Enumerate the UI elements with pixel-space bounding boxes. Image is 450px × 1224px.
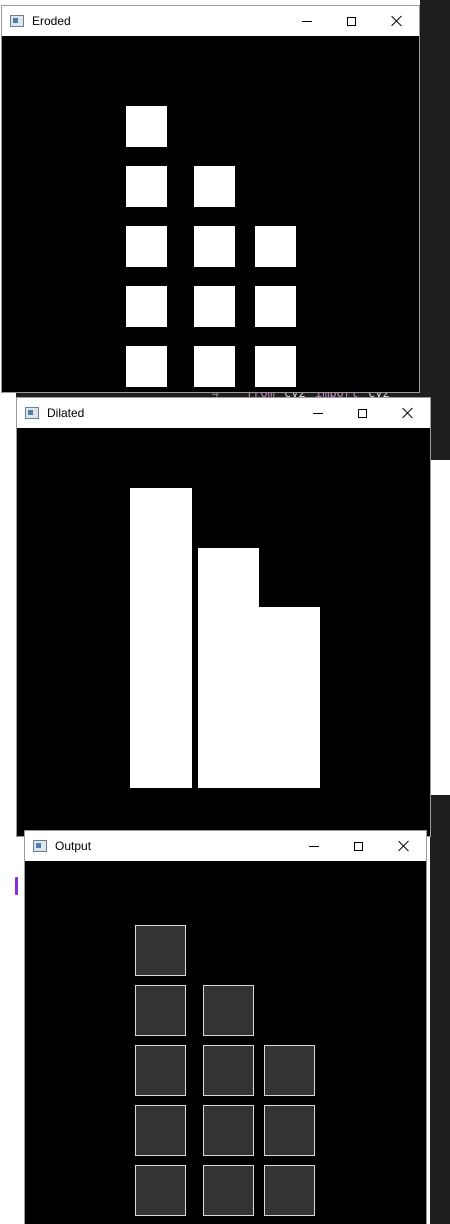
background-editor-right <box>430 795 450 1224</box>
close-icon <box>391 15 403 27</box>
background-window-strip <box>0 836 25 1224</box>
eroded-block <box>126 106 167 147</box>
eroded-block <box>194 166 235 207</box>
minimize-icon <box>301 20 312 22</box>
output-image-canvas <box>25 861 426 1224</box>
eroded-image-canvas <box>2 36 419 392</box>
minimize-button[interactable] <box>295 398 340 428</box>
eroded-block <box>126 286 167 327</box>
eroded-block <box>255 226 296 267</box>
eroded-block <box>194 226 235 267</box>
output-block <box>264 1165 315 1216</box>
eroded-block <box>126 226 167 267</box>
dilated-column <box>198 548 259 788</box>
maximize-icon <box>354 841 363 851</box>
maximize-icon <box>358 408 367 418</box>
eroded-block <box>194 346 235 387</box>
eroded-block <box>126 346 167 387</box>
eroded-block <box>255 286 296 327</box>
eroded-block <box>255 346 296 387</box>
close-button[interactable] <box>374 6 419 36</box>
app-window-icon <box>33 840 47 852</box>
eroded-block <box>126 166 167 207</box>
output-window[interactable]: Output <box>24 830 427 1224</box>
eroded-titlebar[interactable]: Eroded <box>2 6 419 36</box>
output-block <box>264 1105 315 1156</box>
output-block <box>264 1045 315 1096</box>
output-block <box>203 1105 254 1156</box>
minimize-icon <box>308 845 319 847</box>
maximize-icon <box>347 16 356 26</box>
window-title: Output <box>55 839 92 853</box>
window-title: Dilated <box>47 406 85 420</box>
close-button[interactable] <box>381 831 426 861</box>
dilated-column <box>259 607 320 788</box>
output-block <box>203 985 254 1036</box>
maximize-button[interactable] <box>329 6 374 36</box>
app-window-icon <box>25 407 39 419</box>
close-icon <box>398 840 410 852</box>
output-block <box>203 1045 254 1096</box>
close-button[interactable] <box>385 398 430 428</box>
dilated-column <box>130 488 192 788</box>
dilated-image-canvas <box>17 428 430 836</box>
minimize-button[interactable] <box>284 6 329 36</box>
output-block <box>203 1165 254 1216</box>
window-title: Eroded <box>32 14 71 28</box>
dilated-window[interactable]: Dilated <box>16 397 431 837</box>
output-block <box>135 1105 186 1156</box>
minimize-button[interactable] <box>291 831 336 861</box>
minimize-icon <box>312 412 323 414</box>
background-cursor-marker <box>15 877 18 895</box>
output-titlebar[interactable]: Output <box>25 831 426 861</box>
eroded-window[interactable]: Eroded <box>1 5 420 393</box>
output-block <box>135 985 186 1036</box>
maximize-button[interactable] <box>336 831 381 861</box>
eroded-block <box>194 286 235 327</box>
output-block <box>135 1165 186 1216</box>
app-window-icon <box>10 15 24 27</box>
dilated-titlebar[interactable]: Dilated <box>17 398 430 428</box>
output-block <box>135 1045 186 1096</box>
output-block <box>135 925 186 976</box>
close-icon <box>402 407 414 419</box>
maximize-button[interactable] <box>340 398 385 428</box>
